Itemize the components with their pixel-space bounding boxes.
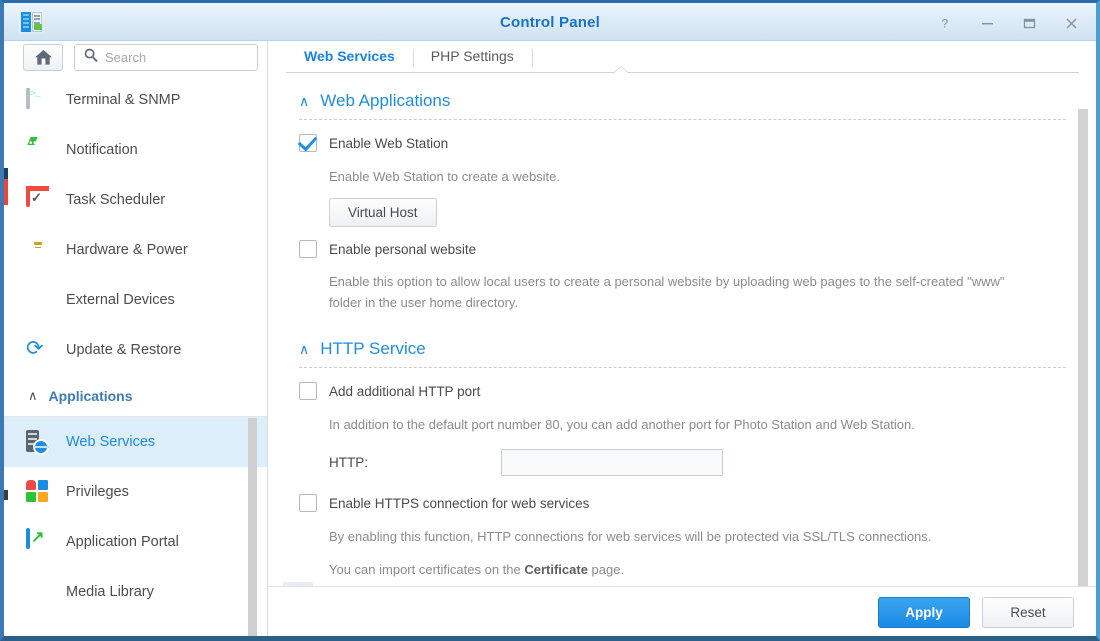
sidebar-item-label: External Devices: [66, 292, 175, 308]
enable-personal-website-label: Enable personal website: [329, 241, 477, 257]
tab-web-services[interactable]: Web Services: [286, 48, 413, 73]
chevron-up-icon: ∧: [299, 92, 310, 109]
add-http-port-label: Add additional HTTP port: [329, 383, 481, 399]
sidebar-item-label: Notification: [66, 142, 138, 158]
terminal-icon: [26, 87, 52, 113]
sidebar: Terminal & SNMP Notification Task Schedu…: [4, 41, 268, 636]
sidebar-list: Terminal & SNMP Notification Task Schedu…: [4, 75, 267, 636]
lightbulb-icon: [26, 237, 52, 263]
maximize-icon[interactable]: [1018, 12, 1040, 34]
chevron-up-icon: ∧: [28, 387, 38, 403]
svg-text:?: ?: [941, 17, 948, 30]
sidebar-group-label: Applications: [48, 387, 133, 404]
task-scheduler-icon: [26, 186, 52, 213]
page-title: Control Panel: [499, 14, 601, 31]
background-window-sliver-dark: [4, 168, 8, 179]
update-restore-icon: ⟳: [26, 337, 44, 360]
sidebar-item-label: Application Portal: [66, 534, 179, 550]
sidebar-item-update-restore[interactable]: ⟳ Update & Restore: [4, 325, 267, 375]
sidebar-group-applications[interactable]: ∧ Applications: [4, 375, 267, 417]
enable-https-description: By enabling this function, HTTP connecti…: [329, 529, 932, 544]
privileges-icon: [26, 479, 52, 505]
control-panel-window: Control Panel ? Terminal & SNMP: [0, 0, 1100, 641]
close-icon[interactable]: [1060, 12, 1082, 34]
sidebar-item-label: Terminal & SNMP: [66, 92, 181, 108]
enable-personal-website-row[interactable]: Enable personal website: [299, 240, 1066, 258]
minimize-icon[interactable]: [976, 12, 998, 34]
background-window-sliver-gray: [4, 490, 8, 500]
sidebar-item-web-services[interactable]: Web Services: [4, 417, 267, 467]
section-header-http-service[interactable]: ∧ HTTP Service: [299, 339, 1066, 359]
http-port-field-row: HTTP:: [329, 449, 1066, 476]
home-button[interactable]: [23, 44, 63, 71]
search-icon: [84, 48, 98, 67]
enable-https-label: Enable HTTPS connection for web services: [329, 495, 590, 511]
tab-bar: Web Services PHP Settings: [269, 41, 1096, 73]
sidebar-item-media-library[interactable]: Media Library: [4, 567, 267, 617]
window-controls: ?: [934, 12, 1082, 34]
section-title: HTTP Service: [320, 339, 426, 358]
media-library-icon: [26, 579, 52, 605]
sidebar-item-application-portal[interactable]: Application Portal: [4, 517, 267, 567]
sidebar-item-hardware-power[interactable]: Hardware & Power: [4, 225, 267, 275]
sidebar-item-external-devices[interactable]: External Devices: [4, 275, 267, 325]
enable-personal-website-checkbox[interactable]: [299, 240, 317, 258]
add-http-port-row[interactable]: Add additional HTTP port: [299, 382, 1066, 400]
section-divider: [299, 119, 1066, 120]
certificate-note-suffix: page.: [587, 562, 625, 577]
add-http-port-checkbox[interactable]: [299, 382, 317, 400]
enable-web-station-label: Enable Web Station: [329, 135, 449, 151]
chevron-up-icon: ∧: [299, 340, 310, 357]
title-bar: Control Panel ?: [4, 3, 1096, 41]
enable-web-station-description: Enable Web Station to create a website.: [329, 169, 561, 184]
web-services-icon: [26, 429, 52, 455]
background-window-sliver-red: [4, 179, 8, 205]
sidebar-scrollbar[interactable]: [248, 418, 257, 636]
section-header-web-applications[interactable]: ∧ Web Applications: [299, 91, 1066, 111]
sidebar-item-privileges[interactable]: Privileges: [4, 467, 267, 517]
sidebar-item-label: Task Scheduler: [66, 192, 166, 208]
enable-web-station-row[interactable]: Enable Web Station: [299, 134, 1066, 152]
sidebar-item-label: Privileges: [66, 484, 129, 500]
sidebar-item-task-scheduler[interactable]: Task Scheduler: [4, 175, 267, 225]
main-panel: Web Services PHP Settings ∧ Web Applicat…: [269, 41, 1096, 636]
sidebar-item-label: Media Library: [66, 584, 154, 600]
enable-https-checkbox[interactable]: [299, 494, 317, 512]
application-portal-icon: [26, 528, 52, 555]
sidebar-item-label: Hardware & Power: [66, 242, 188, 258]
settings-content: ∧ Web Applications Enable Web Station En…: [269, 73, 1096, 605]
search-input[interactable]: [105, 50, 245, 65]
section-divider: [299, 367, 1066, 368]
sidebar-item-label: Web Services: [66, 434, 156, 450]
home-icon: [34, 50, 52, 65]
footer-bar: Apply Reset: [269, 586, 1096, 636]
help-icon[interactable]: ?: [934, 12, 956, 34]
http-port-label: HTTP:: [329, 455, 368, 470]
tab-php-settings[interactable]: PHP Settings: [412, 48, 533, 73]
sidebar-item-notification[interactable]: Notification: [4, 125, 267, 175]
search-box[interactable]: [74, 44, 258, 71]
http-port-input[interactable]: [501, 449, 723, 476]
notification-icon: [26, 137, 52, 163]
add-http-port-description: In addition to the default port number 8…: [329, 417, 915, 432]
section-title: Web Applications: [320, 91, 451, 110]
tab-label: PHP Settings: [430, 48, 514, 64]
certificate-note-prefix: You can import certificates on the: [329, 562, 525, 577]
enable-personal-website-description: Enable this option to allow local users …: [329, 274, 1005, 310]
enable-https-row[interactable]: Enable HTTPS connection for web services: [299, 494, 1066, 512]
tab-label: Web Services: [304, 48, 395, 64]
apply-button[interactable]: Apply: [878, 597, 970, 628]
sidebar-item-label: Update & Restore: [66, 342, 182, 358]
certificate-note: You can import certificates on the Certi…: [329, 559, 1066, 580]
reset-button[interactable]: Reset: [982, 597, 1074, 628]
sidebar-item-terminal-snmp[interactable]: Terminal & SNMP: [4, 75, 267, 125]
certificate-link[interactable]: Certificate: [524, 562, 588, 577]
virtual-host-button[interactable]: Virtual Host: [329, 198, 437, 227]
external-devices-icon: [26, 287, 52, 313]
enable-web-station-checkbox[interactable]: [299, 134, 317, 152]
content-scrollbar[interactable]: [1078, 109, 1088, 605]
